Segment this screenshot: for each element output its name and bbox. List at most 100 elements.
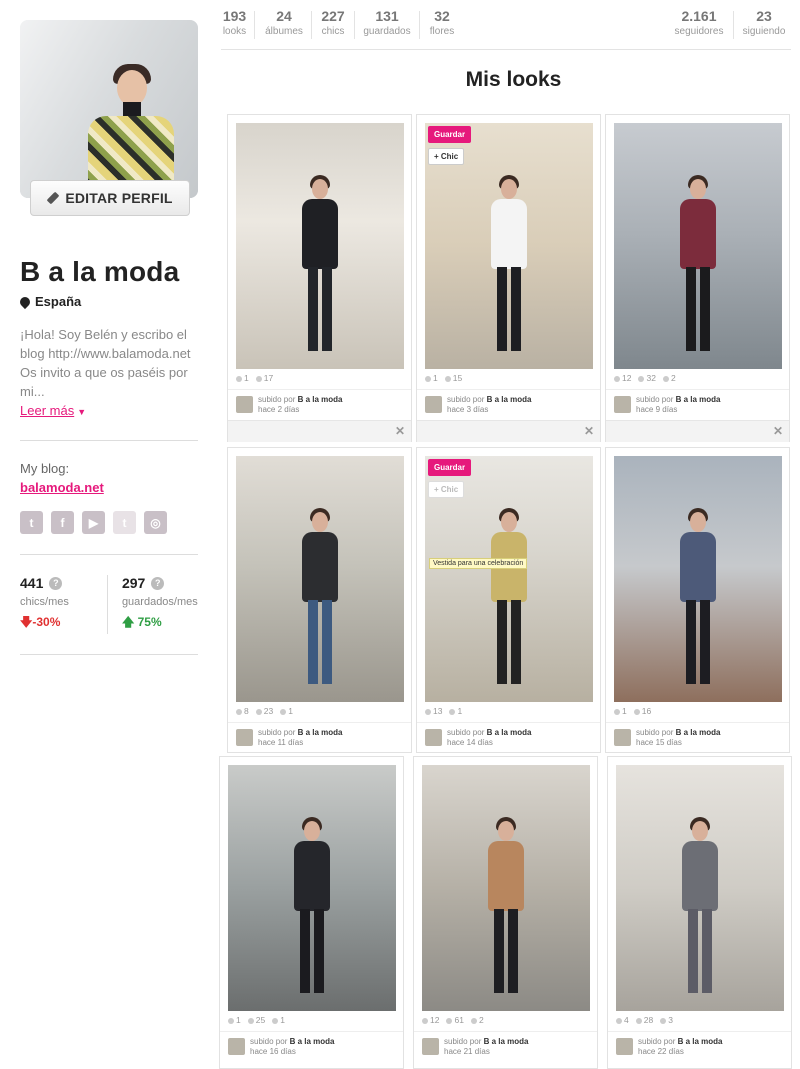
stat-seguidores[interactable]: 2.161 seguidores: [673, 8, 725, 37]
look-card[interactable]: 1 16 subido por B a la moda hace 15 días: [605, 447, 790, 753]
help-icon[interactable]: ?: [49, 576, 63, 590]
uploader-avatar[interactable]: [614, 396, 631, 413]
stat-siguiendo[interactable]: 23 siguiendo: [741, 8, 787, 37]
upload-time: hace 16 días: [250, 1047, 296, 1056]
metric-change: 🡇-30%: [20, 613, 107, 634]
look-count: 15: [445, 373, 462, 383]
look-photo[interactable]: [422, 765, 590, 1011]
look-photo[interactable]: [236, 456, 404, 702]
look-count: 1: [614, 706, 627, 716]
close-icon[interactable]: ✕: [773, 424, 783, 438]
look-count: 3: [660, 1015, 673, 1025]
look-count: 61: [446, 1015, 463, 1025]
close-icon[interactable]: ✕: [584, 424, 594, 438]
look-counts: 1 15: [425, 373, 462, 383]
blog-link[interactable]: balamoda.net: [20, 480, 198, 495]
uploader-avatar[interactable]: [425, 396, 442, 413]
uploader-name[interactable]: B a la moda: [676, 728, 721, 737]
look-card[interactable]: 12 61 2 subido por B a la moda hace 21 día…: [413, 756, 598, 1069]
save-button[interactable]: Guardar: [428, 126, 472, 143]
facebook-icon[interactable]: f: [51, 511, 74, 534]
divider: [20, 554, 198, 555]
look-card[interactable]: Guardar + Chic 1 15 subido por B a la moda …: [416, 114, 601, 442]
look-photo[interactable]: [616, 765, 784, 1011]
look-card[interactable]: 8 23 1 subido por B a la moda hace 11 días: [227, 447, 412, 753]
look-photo[interactable]: [614, 456, 782, 702]
uploader-avatar[interactable]: [616, 1038, 633, 1055]
uploader-name[interactable]: B a la moda: [484, 1037, 529, 1046]
uploaded-by-label: subido por: [636, 395, 674, 404]
upload-time: hace 3 días: [447, 405, 489, 414]
tumblr-icon[interactable]: t: [113, 511, 136, 534]
look-counts: 13 1: [425, 706, 462, 716]
monthly-metrics: 441? chics/mes 🡇-30% 297? guardados/mes …: [20, 575, 198, 634]
stat-chics[interactable]: 227 chics: [318, 8, 348, 37]
arrow-down-icon: 🡇: [20, 615, 33, 629]
uploader-name[interactable]: B a la moda: [290, 1037, 335, 1046]
look-counts: 1 16: [614, 706, 651, 716]
uploader-name[interactable]: B a la moda: [298, 395, 343, 404]
look-count: 2: [471, 1015, 484, 1025]
look-photo[interactable]: [614, 123, 782, 369]
uploader-avatar[interactable]: [228, 1038, 245, 1055]
metric-change: 🡅 75%: [122, 613, 198, 634]
look-card[interactable]: 4 28 3 subido por B a la moda hace 22 días: [607, 756, 792, 1069]
social-links: t f ▶ t ◎: [20, 511, 198, 534]
edit-profile-button[interactable]: EDITAR PERFIL: [30, 180, 190, 216]
stat-flores[interactable]: 32 flores: [427, 8, 457, 37]
upload-time: hace 11 días: [258, 738, 304, 747]
look-photo[interactable]: [236, 123, 404, 369]
look-count: 32: [638, 373, 655, 383]
uploader-avatar[interactable]: [236, 396, 253, 413]
upload-time: hace 2 días: [258, 405, 300, 414]
look-photo[interactable]: [228, 765, 396, 1011]
read-more-label: Leer más: [20, 403, 75, 418]
avatar[interactable]: [20, 20, 198, 198]
card-footer: ✕: [606, 420, 789, 442]
look-count: 16: [634, 706, 651, 716]
chic-button[interactable]: + Chic: [428, 148, 465, 165]
look-counts: 12 32 2: [614, 373, 676, 383]
look-card[interactable]: 1 17 subido por B a la moda hace 2 días ✕: [227, 114, 412, 442]
uploaded-by-label: subido por: [447, 395, 485, 404]
close-icon[interactable]: ✕: [395, 424, 405, 438]
uploader-name[interactable]: B a la moda: [298, 728, 343, 737]
upload-time: hace 21 días: [444, 1047, 490, 1056]
divider: [20, 654, 198, 655]
stat-albumes[interactable]: 24 álbumes: [263, 8, 305, 37]
uploader-name[interactable]: B a la moda: [487, 395, 532, 404]
youtube-icon[interactable]: ▶: [82, 511, 105, 534]
uploader-info: subido por B a la moda hace 21 días: [414, 1031, 597, 1059]
stat-looks[interactable]: 193 looks: [221, 8, 248, 37]
metric-change-value: -30%: [32, 615, 61, 629]
uploader-avatar[interactable]: [236, 729, 253, 746]
help-icon[interactable]: ?: [151, 576, 165, 590]
location-text: España: [35, 294, 82, 309]
uploaded-by-label: subido por: [636, 728, 674, 737]
uploader-info: subido por B a la moda hace 11 días: [228, 722, 411, 750]
upload-time: hace 9 días: [636, 405, 678, 414]
chic-button[interactable]: + Chic: [428, 481, 465, 498]
uploader-name[interactable]: B a la moda: [487, 728, 532, 737]
stat-guardados[interactable]: 131 guardados: [361, 8, 413, 37]
look-counts: 4 28 3: [616, 1015, 673, 1025]
look-card[interactable]: Guardar + Chic Vestida para una celebració…: [416, 447, 601, 753]
instagram-icon[interactable]: ◎: [144, 511, 167, 534]
metric-value: 441: [20, 575, 44, 591]
look-count: 25: [248, 1015, 265, 1025]
twitter-icon[interactable]: t: [20, 511, 43, 534]
metric-change-value: 75%: [137, 615, 162, 629]
card-footer: ✕: [417, 420, 600, 442]
read-more-link[interactable]: Leer más ▼: [20, 403, 86, 418]
uploader-name[interactable]: B a la moda: [676, 395, 721, 404]
uploader-avatar[interactable]: [614, 729, 631, 746]
uploader-name[interactable]: B a la moda: [678, 1037, 723, 1046]
metric-value: 297: [121, 575, 146, 591]
look-counts: 1 25 1: [228, 1015, 285, 1025]
uploader-avatar[interactable]: [425, 729, 442, 746]
look-count: 1: [280, 706, 293, 716]
save-button[interactable]: Guardar: [428, 459, 472, 476]
look-card[interactable]: 12 32 2 subido por B a la moda hace 9 días…: [605, 114, 790, 442]
look-card[interactable]: 1 25 1 subido por B a la moda hace 16 días: [219, 756, 404, 1069]
uploader-avatar[interactable]: [422, 1038, 439, 1055]
